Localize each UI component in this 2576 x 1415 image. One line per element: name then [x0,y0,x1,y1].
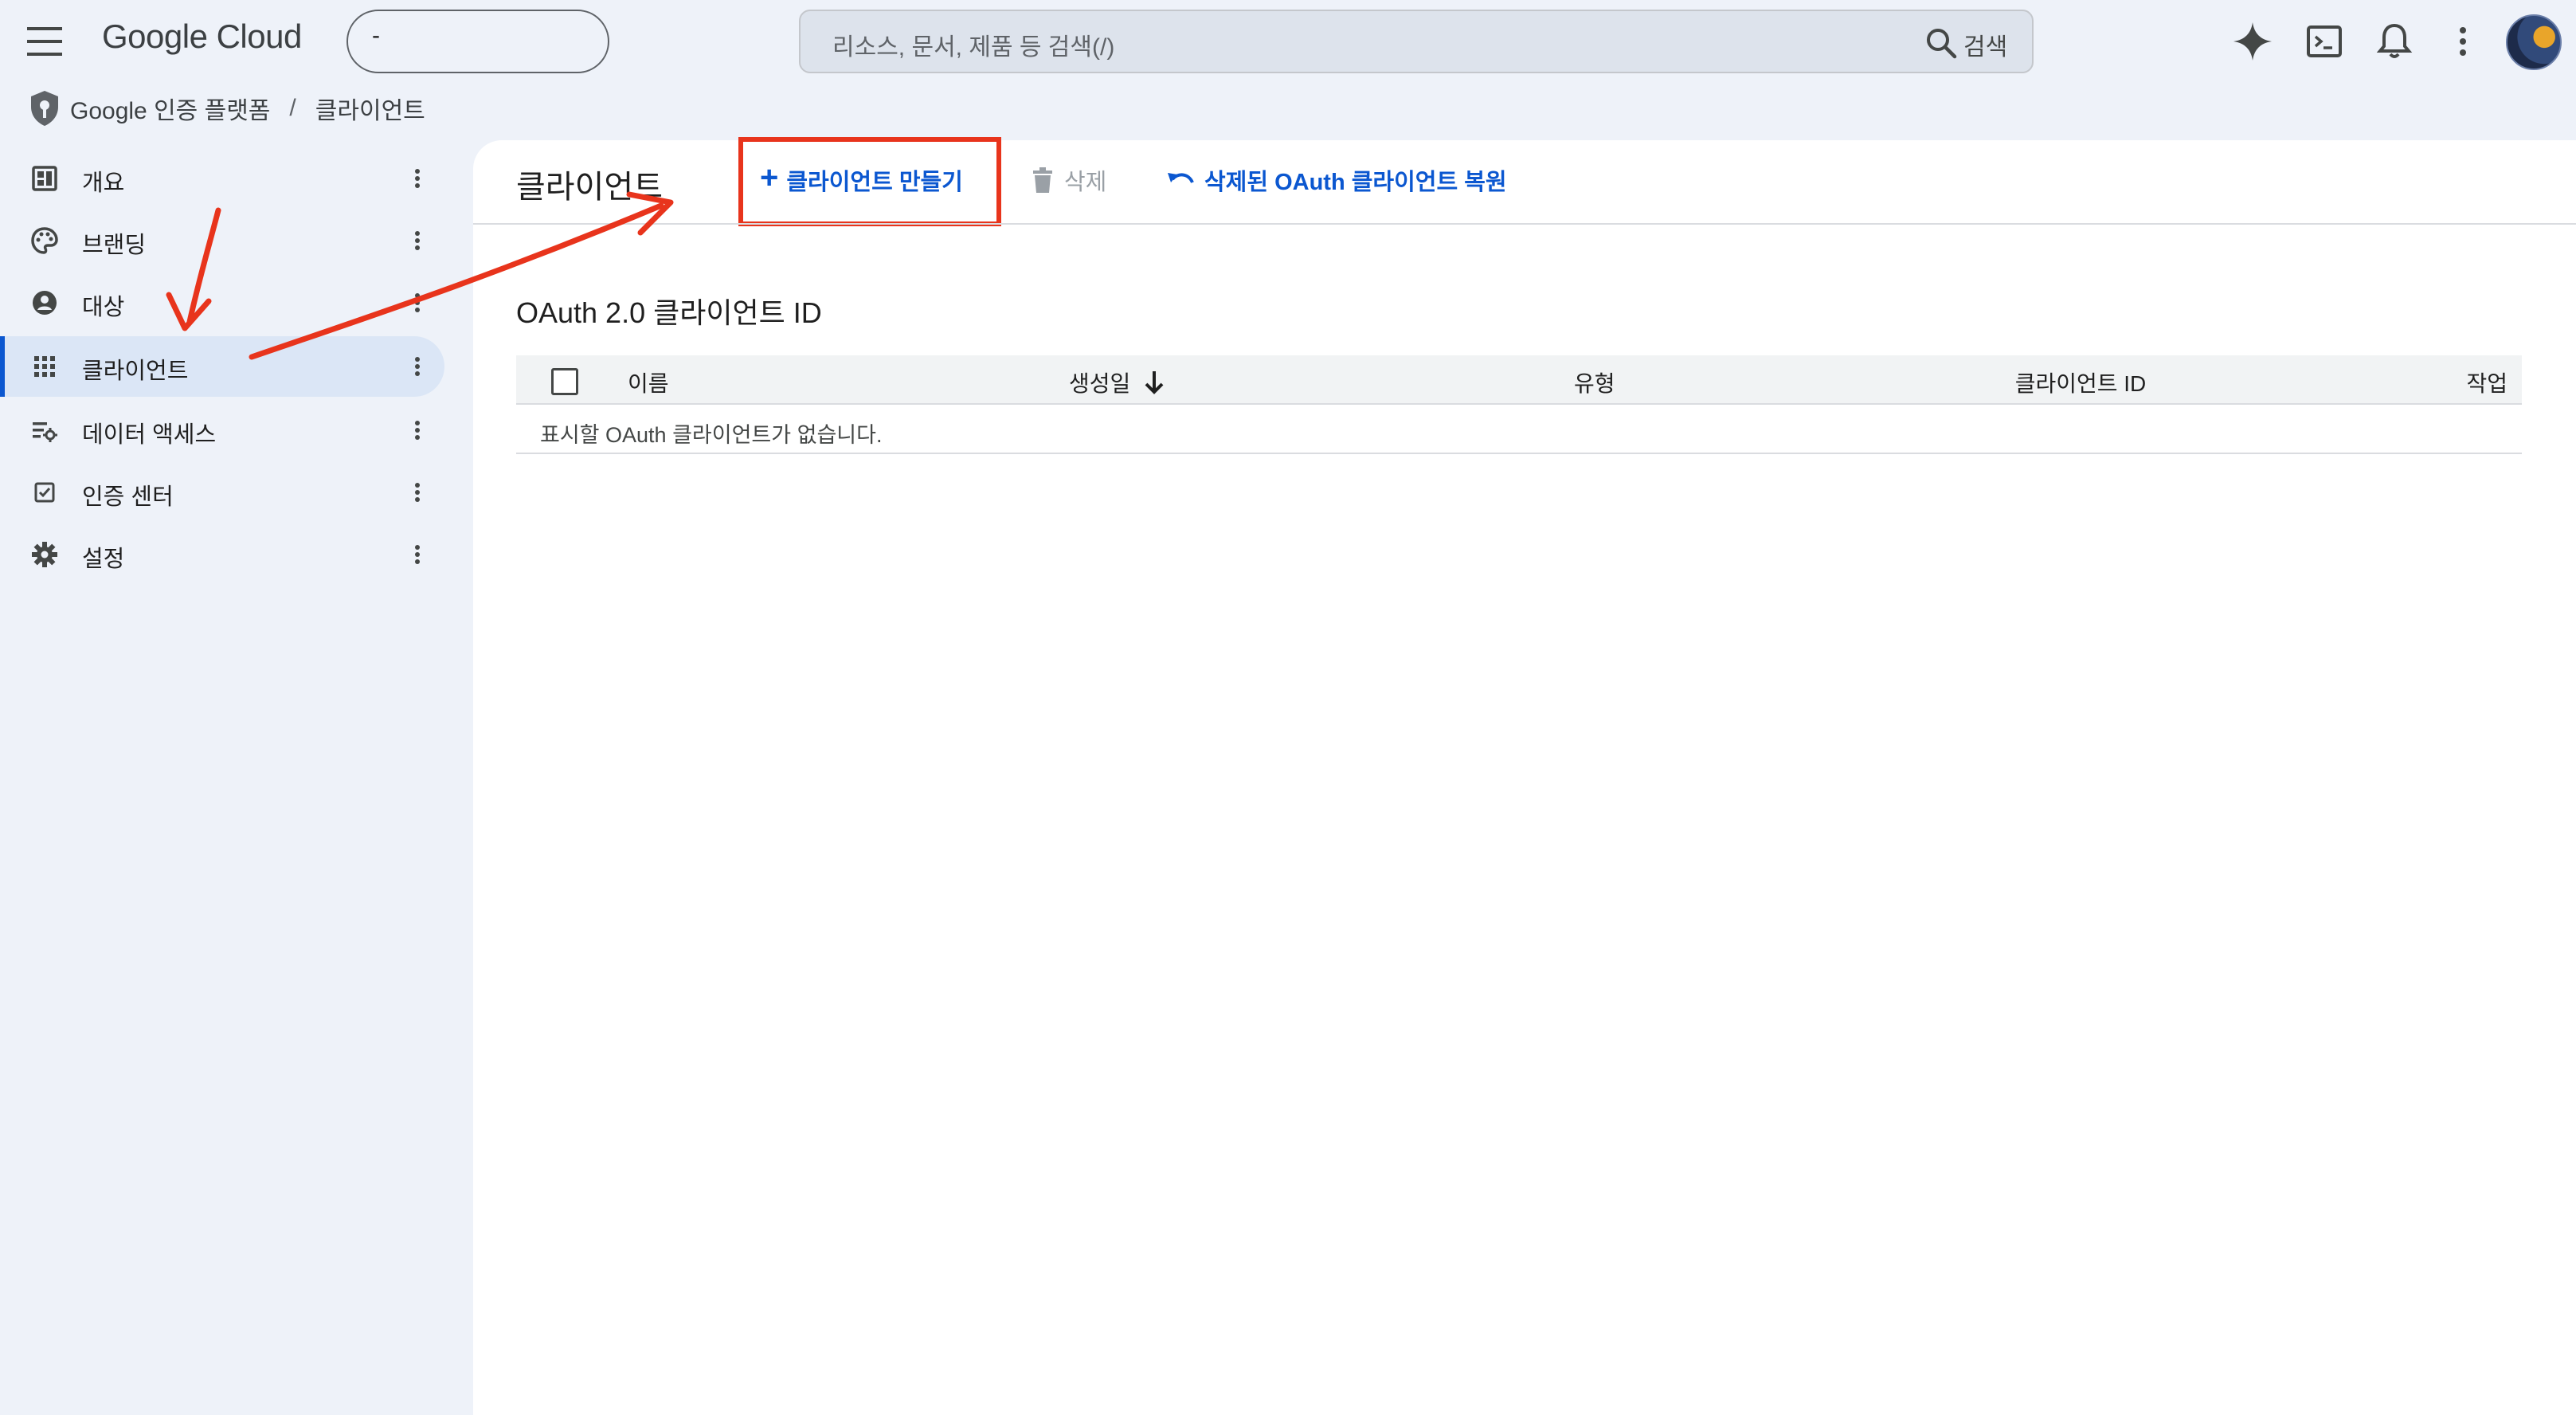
sidebar-item-label: 개요 [82,171,125,196]
trash-icon [1031,167,1055,194]
table-header: 이름 생성일 유형 클라이언트 ID 작업 [516,355,2522,405]
google-cloud-logo[interactable]: Google Cloud [102,18,302,56]
table-empty-row: 표시할 OAuth 클라이언트가 없습니다. [516,405,2522,454]
restore-label: 삭제된 OAuth 클라이언트 복원 [1204,170,1507,195]
breadcrumb-separator: / [289,95,296,121]
sidebar-item-clients[interactable]: 클라이언트 [0,336,444,397]
column-header-created[interactable]: 생성일 [1069,366,1165,398]
undo-icon [1166,168,1195,192]
annotation-highlight-box [738,137,1001,226]
column-header-client-id[interactable]: 클라이언트 ID [1690,366,2471,398]
more-vert-icon[interactable] [403,478,432,507]
avatar[interactable] [2506,14,2562,70]
hamburger-menu-icon[interactable] [24,24,69,59]
breadcrumb-product[interactable]: Google 인증 플랫폼 [70,91,270,126]
sidebar-item-overview[interactable]: 개요 [0,148,444,209]
gear-icon [30,540,59,569]
column-header-type[interactable]: 유형 [1574,366,1615,398]
delete-label: 삭제 [1064,170,1107,195]
active-indicator [0,336,5,397]
more-vert-icon[interactable] [403,226,432,255]
restore-deleted-clients-button[interactable]: 삭제된 OAuth 클라이언트 복원 [1166,158,1507,202]
toolbar-divider [473,223,2576,225]
more-vert-icon[interactable] [403,540,432,569]
section-title: OAuth 2.0 클라이언트 ID [516,296,822,329]
sidebar-item-settings[interactable]: 설정 [0,524,444,585]
sidebar-item-label: 대상 [82,295,125,320]
more-vert-icon[interactable] [403,164,432,193]
account-circle-icon [30,288,59,317]
delete-button: 삭제 [1031,158,1106,202]
select-all-checkbox[interactable] [551,368,578,395]
sidebar-item-branding[interactable]: 브랜딩 [0,210,444,271]
page-title: 클라이언트 [516,170,663,205]
sidebar-item-audience[interactable]: 대상 [0,272,444,333]
search-placeholder: 리소스, 문서, 제품 등 검색(/) [832,34,1115,61]
apps-grid-icon [30,352,59,381]
cloud-shell-icon[interactable] [2302,19,2347,64]
empty-table-message: 표시할 OAuth 클라이언트가 없습니다. [540,423,883,447]
column-header-actions: 작업 [2466,371,2507,396]
search-input[interactable]: 리소스, 문서, 제품 등 검색(/) 검색 [799,10,2034,73]
more-vert-icon[interactable] [403,416,432,445]
more-vert-icon[interactable] [403,288,432,317]
palette-icon [30,226,59,255]
search-icon[interactable] [1924,25,1959,61]
breadcrumb-current: 클라이언트 [315,98,425,124]
sidebar-item-verification-center[interactable]: 인증 센터 [0,462,444,523]
project-picker-label: - [372,22,380,49]
arrow-down-icon [1143,370,1165,395]
data-access-icon [30,416,59,445]
project-picker[interactable]: - [346,10,609,73]
search-button[interactable]: 검색 [1963,27,2007,62]
bell-icon[interactable] [2372,19,2417,64]
main-panel: 클라이언트 + 클라이언트 만들기 삭제 삭제된 OAuth 클라이언트 복원 … [473,137,2576,1415]
shield-key-icon [29,89,61,127]
sidebar-item-data-access[interactable]: 데이터 액세스 [0,400,444,461]
sidebar-item-label: 설정 [82,547,125,572]
gemini-icon[interactable] [2230,19,2275,64]
column-header-name[interactable]: 이름 [628,366,669,398]
sidebar-item-label: 클라이언트 [82,359,189,384]
more-vert-icon[interactable] [2441,19,2485,64]
sidebar-item-label: 인증 센터 [82,484,174,510]
more-vert-icon[interactable] [403,352,432,381]
verified-checkbox-icon [30,478,59,507]
column-header-created-label: 생성일 [1069,371,1131,396]
breadcrumb: Google 인증 플랫폼 / 클라이언트 [29,88,425,129]
sidebar-item-label: 브랜딩 [82,233,147,258]
dashboard-icon [30,164,59,193]
sidebar-item-label: 데이터 액세스 [82,422,217,448]
